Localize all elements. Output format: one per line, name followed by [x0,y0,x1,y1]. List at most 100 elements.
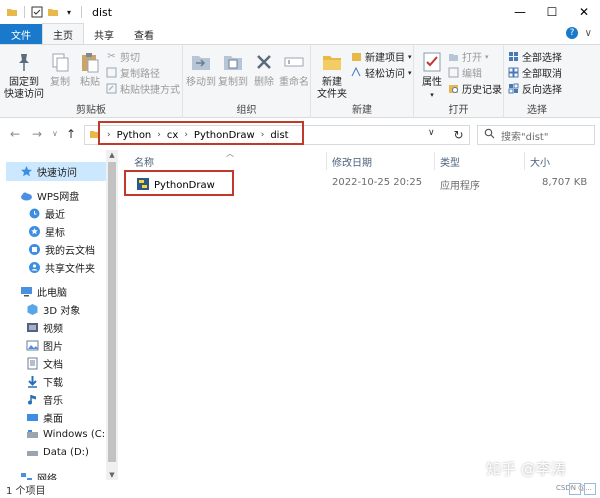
paste-shortcut-button[interactable]: 粘贴快捷方式 [106,81,180,96]
nav-documents[interactable]: 文档 [26,356,63,371]
easy-access-button[interactable]: 轻松访问 ▾ [351,65,412,80]
star-badge-icon [28,225,41,238]
forward-arrow-icon[interactable]: → [32,127,42,141]
invert-selection-icon [508,83,519,94]
new-item-icon [351,51,362,62]
large-icons-view-button[interactable] [584,483,596,495]
item-count: 1 个项目 [6,485,46,497]
paste-label: 粘贴 [80,77,100,88]
details-view-button[interactable] [569,483,581,495]
nav-desktop[interactable]: 桌面 [26,410,63,425]
select-all-button[interactable]: 全部选择 [508,49,562,64]
file-size-cell: 8,707 KB [542,177,588,188]
new-folder-icon[interactable] [47,6,59,18]
shared-folder-icon [28,261,41,274]
rename-button[interactable]: 重命名 [279,49,309,89]
nav-wps-cloud[interactable]: WPS网盘 [20,188,79,203]
help-icon[interactable]: ? [566,27,578,39]
tab-share[interactable]: 共享 [84,24,124,44]
scroll-up-icon[interactable]: ▲ [106,151,118,159]
column-header-name[interactable]: 名称 [128,150,324,172]
qat-dropdown-icon[interactable]: ▾ [63,6,75,18]
navigation-pane: 快速访问 WPS网盘 最近 星标 我的云文档 共享文件夹 此电脑 3D 对象 视… [0,150,122,480]
move-to-button[interactable]: 移动到 [185,49,217,89]
tab-home[interactable]: 主页 [42,23,84,44]
select-none-button[interactable]: 全部取消 [508,65,562,80]
column-header-type[interactable]: 类型 [434,150,522,172]
nav-starred[interactable]: 星标 [28,224,65,239]
up-arrow-icon[interactable]: ↑ [66,127,76,141]
address-dropdown-icon[interactable]: ∨ [428,128,435,138]
pin-label: 固定到 快速访问 [4,77,44,100]
nav-drive-c[interactable]: Windows (C:) [26,428,109,441]
copy-icon [47,49,73,75]
tab-view[interactable]: 查看 [124,24,164,44]
new-folder-button[interactable]: 新建 文件夹 [315,49,349,101]
network-icon [20,471,33,480]
breadcrumb-pythondraw[interactable]: PythonDraw [194,130,255,141]
new-group-label: 新建 [352,105,372,116]
maximize-button[interactable]: ☐ [536,0,568,24]
copy-button[interactable]: 复制 [46,49,74,89]
open-icon [448,51,459,62]
breadcrumb-dist[interactable]: dist [270,130,288,141]
scroll-down-icon[interactable]: ▼ [106,471,118,479]
nav-music[interactable]: 音乐 [26,392,63,407]
open-button[interactable]: 打开 ▾ [448,49,489,64]
title-bar: ▾ dist — ☐ ✕ [0,0,600,24]
nav-network[interactable]: 网络 [20,470,57,480]
edit-button[interactable]: 编辑 [448,65,482,80]
properties-button[interactable]: 属性 ▾ [418,49,446,101]
search-placeholder: 搜索"dist" [501,131,549,143]
desktop-icon [26,411,39,424]
file-list: ︿ 名称 修改日期 类型 大小 PythonDraw 2022-10-25 20… [122,149,600,480]
invert-selection-button[interactable]: 反向选择 [508,81,562,96]
new-item-button[interactable]: 新建项目 ▾ [351,49,412,64]
nav-scroll-thumb[interactable] [108,162,116,462]
close-button[interactable]: ✕ [568,0,600,24]
nav-quick-access[interactable]: 快速访问 [6,162,106,181]
delete-button[interactable]: 删除 [251,49,277,89]
column-header-modified[interactable]: 修改日期 [326,150,432,172]
checkbox-icon[interactable] [31,6,43,18]
file-name-cell[interactable]: PythonDraw [136,177,215,194]
star-icon [20,165,33,178]
history-button[interactable]: 历史记录 [448,81,502,96]
breadcrumb-cx[interactable]: cx [167,130,178,141]
paste-button[interactable]: 粘贴 [76,49,104,89]
move-to-label: 移动到 [186,77,216,88]
nav-scrollbar[interactable]: ▲ ▼ [106,150,118,480]
breadcrumb-python[interactable]: Python [117,130,152,141]
copy-to-button[interactable]: 复制到 [217,49,249,89]
ribbon: 固定到 快速访问 复制 粘贴 ✂ 剪切 复制路径 粘贴快捷方式 剪贴板 移动到 … [0,44,600,118]
tab-file[interactable]: 文件 [0,24,42,44]
ribbon-collapse-icon[interactable]: ∨ [585,28,592,39]
cut-button[interactable]: ✂ 剪切 [106,49,140,64]
delete-x-icon [251,49,277,75]
chevron-right-icon: › [107,130,111,140]
nav-downloads[interactable]: 下载 [26,374,63,389]
file-row[interactable]: PythonDraw 2022-10-25 20:25 应用程序 8,707 K… [122,172,600,196]
nav-3d-objects[interactable]: 3D 对象 [26,302,80,317]
nav-pictures[interactable]: 图片 [26,338,63,353]
folder-icon[interactable] [6,6,18,18]
column-header-size[interactable]: 大小 [524,150,594,172]
address-input[interactable]: › Python › cx › PythonDraw › dist [84,125,470,145]
rename-icon [281,49,307,75]
copy-path-button[interactable]: 复制路径 [106,65,160,80]
clock-icon [28,207,41,220]
history-dropdown-icon[interactable]: ∨ [52,129,58,138]
back-arrow-icon[interactable]: ← [10,127,20,141]
pin-quick-access-button[interactable]: 固定到 快速访问 [4,49,44,101]
quick-access-toolbar: ▾ [0,6,84,18]
minimize-button[interactable]: — [504,0,536,24]
refresh-button[interactable]: ↻ [448,125,470,145]
nav-my-cloud-docs[interactable]: 我的云文档 [28,242,95,257]
search-box[interactable]: 搜索"dist" [477,125,595,145]
nav-drive-d[interactable]: Data (D:) [26,446,89,459]
nav-videos[interactable]: 视频 [26,320,63,335]
nav-shared-folder[interactable]: 共享文件夹 [28,260,95,275]
select-all-icon [508,51,519,62]
nav-recent[interactable]: 最近 [28,206,65,221]
nav-this-pc[interactable]: 此电脑 [20,284,67,299]
